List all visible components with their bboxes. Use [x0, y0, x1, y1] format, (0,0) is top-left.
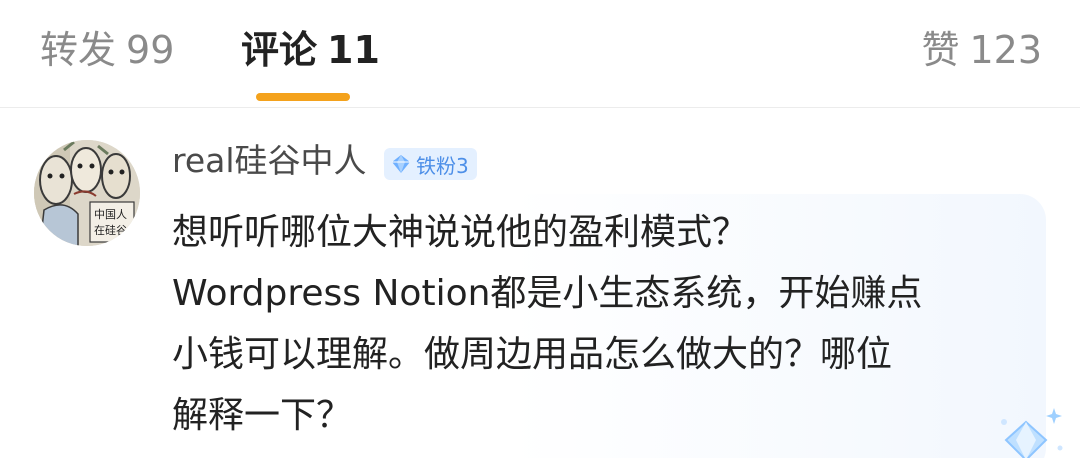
avatar-image: 中国人 在硅谷 [34, 140, 140, 246]
comment-text: 想听听哪位大神说说他的盈利模式？ Wordpress Notion都是小生态系统… [172, 212, 923, 436]
tab-reposts-count: 99 [126, 28, 175, 72]
avatar[interactable]: 中国人 在硅谷 [34, 140, 140, 246]
tab-likes-count: 123 [969, 28, 1042, 72]
tab-comments-count: 11 [327, 28, 380, 72]
avatar-caption-line2: 在硅谷 [94, 224, 127, 237]
comment-username[interactable]: real硅谷中人 [172, 138, 367, 184]
tab-likes-label: 赞 [921, 28, 960, 72]
active-tab-indicator [256, 93, 350, 101]
fan-badge-label: 铁粉3 [416, 153, 469, 178]
comment-item: 中国人 在硅谷 real硅谷中人 铁粉3 想听听哪位大神说说他的盈利模式？ Wo… [0, 108, 1080, 458]
tab-comments-label: 评论 [241, 28, 318, 72]
fan-badge[interactable]: 铁粉3 [384, 148, 477, 180]
diamond-icon [392, 155, 410, 173]
tab-bar: 转发 99 评论 11 赞 123 [0, 0, 1080, 108]
tab-likes[interactable]: 赞 123 [921, 24, 1042, 76]
sparkle-diamond-icon [1001, 408, 1063, 458]
tab-comments[interactable]: 评论 11 [241, 24, 380, 76]
tab-reposts[interactable]: 转发 99 [40, 24, 174, 76]
avatar-caption-line1: 中国人 [94, 208, 127, 221]
tab-reposts-label: 转发 [40, 28, 117, 72]
comments-panel: 转发 99 评论 11 赞 123 中国人 在硅谷 real硅谷中人 铁粉3 想… [0, 0, 1080, 458]
